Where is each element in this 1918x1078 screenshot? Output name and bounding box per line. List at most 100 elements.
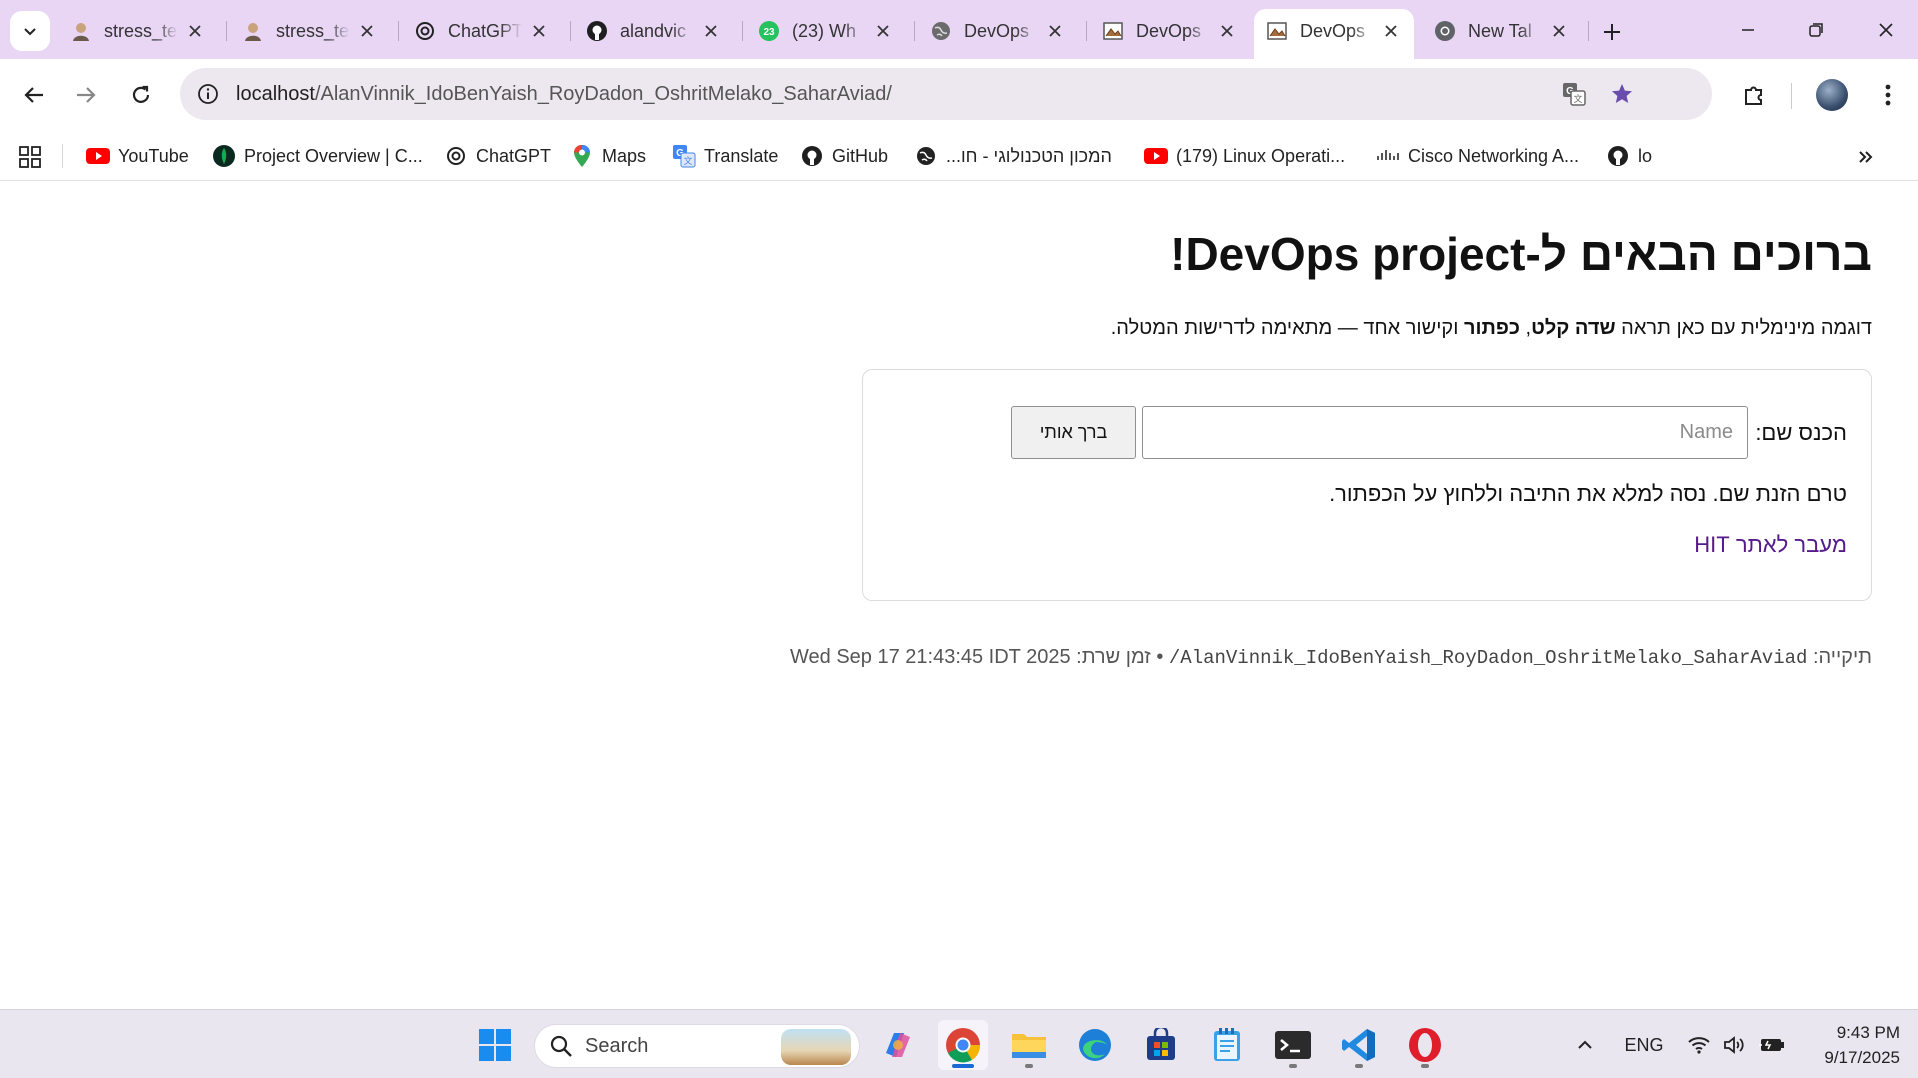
bookmark-hit[interactable]: המכון הטכנולוגי - חו...: [914, 139, 1112, 173]
address-bar[interactable]: localhost/AlanVinnik_IdoBenYaish_RoyDado…: [180, 68, 1712, 120]
tab[interactable]: stress_te: [58, 9, 218, 53]
close-icon[interactable]: [1044, 20, 1066, 42]
bookmark-linux[interactable]: (179) Linux Operati...: [1144, 139, 1345, 173]
more-bookmarks-button[interactable]: [1852, 143, 1880, 171]
server-time: Wed Sep 17 21:43:45 IDT 2025: [790, 646, 1071, 668]
folder-label: תיקייה:: [1807, 646, 1872, 668]
bookmark-chatgpt[interactable]: ChatGPT: [444, 139, 551, 173]
minimize-button[interactable]: [1726, 10, 1770, 50]
bookmark-cisco[interactable]: Cisco Networking A...: [1376, 139, 1579, 173]
running-indicator: [1289, 1064, 1297, 1068]
desc-text: ,: [1519, 317, 1532, 339]
notepad-icon: [1214, 1028, 1240, 1061]
language-indicator[interactable]: ENG: [1620, 1030, 1668, 1060]
volume-icon[interactable]: [1720, 1030, 1750, 1060]
tab[interactable]: alandvic: [574, 9, 734, 53]
browser-menu-button[interactable]: [1866, 73, 1910, 117]
bookmark-maps[interactable]: Maps: [570, 139, 646, 173]
bookmark-project-overview[interactable]: Project Overview | C...: [212, 139, 423, 173]
close-icon[interactable]: [528, 20, 550, 42]
system-clock[interactable]: 9:43 PM 9/17/2025: [1800, 1020, 1900, 1070]
show-hidden-icons-button[interactable]: [1570, 1030, 1600, 1060]
taskbar-store[interactable]: [1136, 1020, 1186, 1070]
taskbar-chrome[interactable]: [938, 1020, 988, 1070]
bookmarks-bar: YouTube Project Overview | C... ChatGPT …: [0, 131, 1918, 181]
start-button[interactable]: [470, 1020, 520, 1070]
close-icon: [1879, 23, 1893, 37]
close-icon[interactable]: [700, 20, 722, 42]
taskbar-vscode[interactable]: [1334, 1020, 1384, 1070]
tab-title: DevOps: [1300, 20, 1366, 41]
taskbar-edge[interactable]: [1070, 1020, 1120, 1070]
restore-button[interactable]: [1794, 10, 1838, 50]
reload-icon: [132, 85, 150, 103]
bookmark-label: ChatGPT: [476, 145, 552, 166]
chrome-icon: [1434, 20, 1456, 42]
bookmark-label: Project Overview | C...: [244, 145, 423, 166]
tab-title: stress_te: [276, 20, 350, 41]
running-indicator: [1025, 1064, 1033, 1068]
forward-button[interactable]: [64, 73, 108, 117]
svg-text:文: 文: [683, 155, 692, 166]
bookmark-lo[interactable]: lo: [1606, 139, 1652, 173]
bookmark-github[interactable]: GitHub: [800, 139, 888, 173]
tab[interactable]: stress_te: [230, 9, 390, 53]
apps-grid-icon: [19, 146, 41, 168]
close-icon[interactable]: [872, 20, 894, 42]
close-icon[interactable]: [356, 20, 378, 42]
close-icon[interactable]: [1380, 20, 1402, 42]
close-icon[interactable]: [184, 20, 206, 42]
tab[interactable]: ChatGPT: [402, 9, 562, 53]
url-text[interactable]: localhost/AlanVinnik_IdoBenYaish_RoyDado…: [236, 83, 892, 106]
status-message: טרם הזנת שם. נסה למלא את התיבה וללחוץ על…: [1329, 481, 1847, 506]
clock-time: 9:43 PM: [1836, 1023, 1900, 1042]
bookmark-label: Cisco Networking A...: [1408, 145, 1580, 166]
tab-strip: stress_te stress_te ChatGPT alandvic 23 …: [0, 0, 1918, 59]
greet-button[interactable]: ברך אותי: [1011, 406, 1136, 459]
tab[interactable]: DevOps: [918, 9, 1078, 53]
terminal-icon: [1275, 1031, 1311, 1059]
close-icon[interactable]: [1548, 20, 1570, 42]
taskbar-search[interactable]: Search: [534, 1024, 860, 1068]
reload-button[interactable]: [119, 73, 163, 117]
taskbar-file-explorer[interactable]: [1004, 1020, 1054, 1070]
url-path: /AlanVinnik_IdoBenYaish_RoyDadon_OshritM…: [314, 82, 892, 105]
folder-path: /AlanVinnik_IdoBenYaish_RoyDadon_OshritM…: [1168, 647, 1808, 669]
running-indicator: [1421, 1064, 1429, 1068]
bookmark-star-button[interactable]: [1602, 74, 1642, 114]
extensions-button[interactable]: [1732, 73, 1776, 117]
taskbar-terminal[interactable]: [1268, 1020, 1318, 1070]
taskbar-copilot[interactable]: [873, 1020, 923, 1070]
tab[interactable]: DevOps: [1090, 9, 1250, 53]
whatsapp-icon: 23: [758, 20, 780, 42]
close-icon[interactable]: [1216, 20, 1238, 42]
desc-bold-input: שדה קלט: [1531, 317, 1616, 339]
wifi-icon[interactable]: [1684, 1030, 1714, 1060]
taskbar-notepad[interactable]: [1202, 1020, 1252, 1070]
battery-icon[interactable]: [1756, 1030, 1788, 1060]
bookmark-translate[interactable]: G文 Translate: [672, 139, 778, 173]
back-button[interactable]: [12, 73, 56, 117]
name-input[interactable]: [1142, 406, 1748, 459]
footer-separator: •: [1150, 646, 1169, 668]
tab-title: DevOps: [964, 20, 1030, 41]
profile-avatar[interactable]: [1816, 79, 1848, 111]
hit-link[interactable]: מעבר לאתר HIT: [1694, 532, 1847, 558]
tab-title: stress_te: [104, 20, 178, 41]
site-info-button[interactable]: [188, 74, 228, 114]
tab[interactable]: 23 (23) Wh: [746, 9, 906, 53]
apps-button[interactable]: [16, 143, 44, 171]
avatar-icon: [242, 20, 264, 42]
bookmark-youtube[interactable]: YouTube: [86, 139, 189, 173]
edge-icon: [1079, 1029, 1111, 1061]
tab-search-button[interactable]: [10, 11, 50, 51]
tab-active[interactable]: DevOps: [1254, 9, 1414, 59]
mongodb-icon: [212, 144, 236, 168]
new-tab-button[interactable]: [1594, 14, 1630, 50]
desc-text: דוגמה מינימלית עם כאן תראה: [1615, 317, 1872, 339]
translate-button[interactable]: G文: [1554, 74, 1594, 114]
tab[interactable]: New Tal: [1422, 9, 1582, 53]
tab-title: alandvic: [620, 20, 687, 41]
taskbar-opera[interactable]: [1400, 1020, 1450, 1070]
close-window-button[interactable]: [1864, 10, 1908, 50]
